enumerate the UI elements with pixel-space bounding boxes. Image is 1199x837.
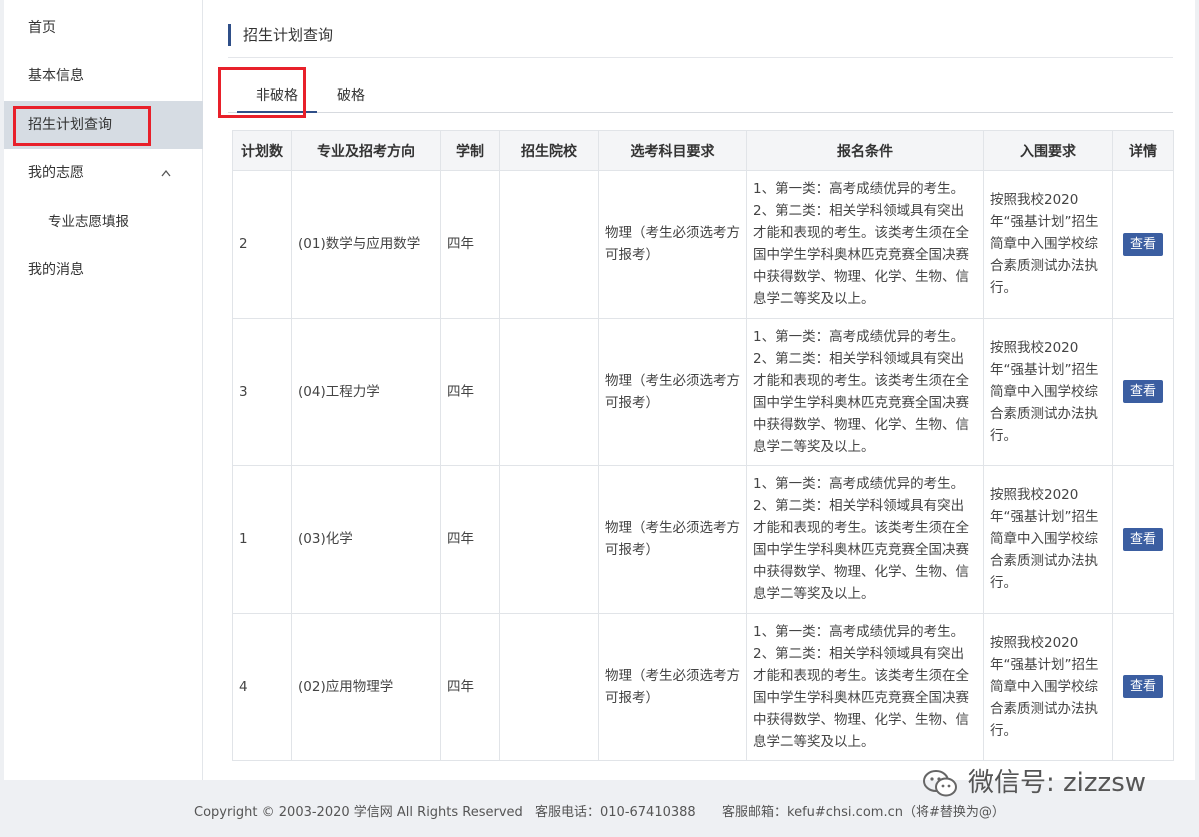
column-header: 计划数: [232, 130, 292, 171]
tab-exceptional[interactable]: 破格: [336, 80, 366, 113]
table-row: 2 (01)数学与应用数学 四年 物理（考生必须选考方可报考） 1、第一类：高考…: [232, 170, 1174, 319]
column-header: 学制: [440, 130, 500, 171]
sidebar-item-label: 我的志愿: [28, 165, 84, 181]
cell-years: 四年: [440, 612, 500, 761]
sidebar-item-home[interactable]: 首页: [4, 4, 203, 52]
sidebar-item-my-messages[interactable]: 我的消息: [4, 246, 203, 294]
footer-copyright: Copyright © 2003-2020 学信网 All Rights Res…: [194, 805, 523, 820]
tab-bar: 非破格 破格: [228, 80, 1173, 113]
app-frame: 首页 基本信息 招生计划查询 我的志愿 专业志愿填报 我的消息 招生计划查询 非…: [4, 0, 1195, 780]
page-title: 招生计划查询: [228, 24, 333, 46]
cell-requirement: 按照我校2020年“强基计划”招生简章中入围学校综合素质测试办法执行。: [983, 317, 1113, 466]
footer-phone: 客服电话：010-67410388: [535, 805, 696, 820]
column-header: 详情: [1112, 130, 1174, 171]
cell-detail: 查看: [1112, 317, 1174, 466]
main-content: 招生计划查询 非破格 破格 计划数 专业及招考方向 学制 招生院校 选考科目要求…: [228, 0, 1174, 780]
cell-years: 四年: [440, 465, 500, 614]
sidebar-item-label: 我的消息: [28, 262, 84, 278]
view-button[interactable]: 查看: [1122, 232, 1163, 256]
enrollment-plan-table: 计划数 专业及招考方向 学制 招生院校 选考科目要求 报名条件 入围要求 详情 …: [232, 130, 1174, 761]
table-row: 1 (03)化学 四年 物理（考生必须选考方可报考） 1、第一类：高考成绩优异的…: [232, 465, 1174, 614]
cell-major: (01)数学与应用数学: [291, 170, 441, 319]
cell-subjects: 物理（考生必须选考方可报考）: [598, 170, 747, 319]
sidebar-item-label: 基本信息: [28, 68, 84, 84]
cell-major: (03)化学: [291, 465, 441, 614]
cell-count: 2: [232, 170, 292, 319]
cell-count: 3: [232, 317, 292, 466]
cell-school: [499, 170, 599, 319]
cell-conditions: 1、第一类：高考成绩优异的考生。2、第二类：相关学科领域具有突出才能和表现的考生…: [746, 317, 984, 466]
table-row: 3 (04)工程力学 四年 物理（考生必须选考方可报考） 1、第一类：高考成绩优…: [232, 317, 1174, 466]
column-header: 入围要求: [983, 130, 1113, 171]
cell-requirement: 按照我校2020年“强基计划”招生简章中入围学校综合素质测试办法执行。: [983, 612, 1113, 761]
cell-conditions: 1、第一类：高考成绩优异的考生。2、第二类：相关学科领域具有突出才能和表现的考生…: [746, 170, 984, 319]
sidebar-item-label: 首页: [28, 20, 56, 36]
table-header-row: 计划数 专业及招考方向 学制 招生院校 选考科目要求 报名条件 入围要求 详情: [232, 130, 1174, 171]
cell-school: [499, 612, 599, 761]
view-button[interactable]: 查看: [1122, 675, 1163, 699]
highlight-box-tab: [218, 67, 306, 118]
cell-subjects: 物理（考生必须选考方可报考）: [598, 317, 747, 466]
cell-conditions: 1、第一类：高考成绩优异的考生。2、第二类：相关学科领域具有突出才能和表现的考生…: [746, 465, 984, 614]
cell-detail: 查看: [1112, 465, 1174, 614]
divider: [228, 57, 1173, 58]
column-header: 招生院校: [499, 130, 599, 171]
sidebar-item-my-wishes[interactable]: 我的志愿: [4, 149, 203, 197]
sidebar-item-basic-info[interactable]: 基本信息: [4, 52, 203, 100]
cell-requirement: 按照我校2020年“强基计划”招生简章中入围学校综合素质测试办法执行。: [983, 170, 1113, 319]
cell-years: 四年: [440, 170, 500, 319]
cell-detail: 查看: [1112, 170, 1174, 319]
cell-count: 1: [232, 465, 292, 614]
sidebar-item-major-wish-fill[interactable]: 专业志愿填报: [4, 198, 203, 246]
watermark-text: 微信号: zizzsw: [968, 768, 1147, 798]
view-button[interactable]: 查看: [1122, 527, 1163, 551]
cell-school: [499, 465, 599, 614]
table-row: 4 (02)应用物理学 四年 物理（考生必须选考方可报考） 1、第一类：高考成绩…: [232, 612, 1174, 761]
footer-email: 客服邮箱：kefu#chsi.com.cn（将#替换为@）: [722, 805, 1005, 820]
cell-years: 四年: [440, 317, 500, 466]
sidebar-item-label: 专业志愿填报: [48, 214, 129, 230]
cell-requirement: 按照我校2020年“强基计划”招生简章中入围学校综合素质测试办法执行。: [983, 465, 1113, 614]
column-header: 选考科目要求: [598, 130, 747, 171]
cell-school: [499, 317, 599, 466]
cell-detail: 查看: [1112, 612, 1174, 761]
cell-major: (04)工程力学: [291, 317, 441, 466]
cell-subjects: 物理（考生必须选考方可报考）: [598, 612, 747, 761]
tab-label: 破格: [337, 88, 365, 104]
column-header: 报名条件: [746, 130, 984, 171]
view-button[interactable]: 查看: [1122, 380, 1163, 404]
highlight-box-sidebar: [13, 106, 151, 146]
cell-conditions: 1、第一类：高考成绩优异的考生。2、第二类：相关学科领域具有突出才能和表现的考生…: [746, 612, 984, 761]
cell-major: (02)应用物理学: [291, 612, 441, 761]
cell-subjects: 物理（考生必须选考方可报考）: [598, 465, 747, 614]
wechat-icon: [922, 768, 960, 798]
cell-count: 4: [232, 612, 292, 761]
column-header: 专业及招考方向: [291, 130, 441, 171]
